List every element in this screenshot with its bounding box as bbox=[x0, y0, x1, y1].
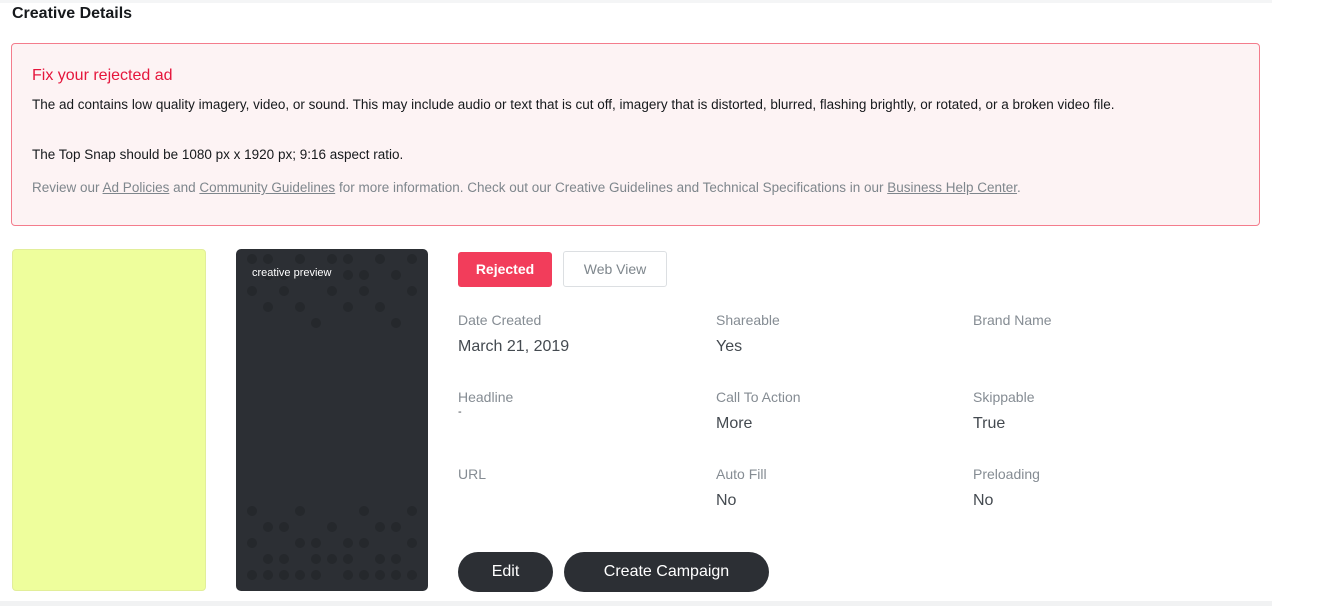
alert-review-text: Review our Ad Policies and Community Gui… bbox=[32, 180, 1021, 195]
review-prefix: Review our bbox=[32, 180, 103, 195]
preview-dot bbox=[327, 286, 337, 296]
preview-dot bbox=[295, 254, 305, 264]
preview-dot bbox=[407, 538, 417, 548]
preview-dot bbox=[295, 570, 305, 580]
preview-dot bbox=[391, 554, 401, 564]
preview-dot bbox=[295, 506, 305, 516]
preview-dot bbox=[375, 570, 385, 580]
skippable-value: True bbox=[973, 415, 1006, 432]
preview-dot bbox=[359, 286, 369, 296]
preview-dot bbox=[359, 538, 369, 548]
preview-dot bbox=[407, 286, 417, 296]
community-guidelines-link[interactable]: Community Guidelines bbox=[199, 180, 335, 195]
preview-dot bbox=[247, 506, 257, 516]
preview-dot bbox=[247, 286, 257, 296]
headline-label: Headline bbox=[458, 389, 514, 405]
preview-dot bbox=[391, 270, 401, 280]
alert-spec: The Top Snap should be 1080 px x 1920 px… bbox=[32, 147, 404, 162]
preview-dot bbox=[375, 522, 385, 532]
review-middle: for more information. Check out our Crea… bbox=[335, 180, 888, 195]
preview-dot bbox=[247, 254, 257, 264]
review-and: and bbox=[169, 180, 200, 195]
shareable-label: Shareable bbox=[716, 312, 780, 328]
preview-dot bbox=[343, 270, 353, 280]
auto-fill-label: Auto Fill bbox=[716, 466, 767, 482]
preview-dot bbox=[263, 554, 273, 564]
preview-dot bbox=[343, 302, 353, 312]
preview-dot bbox=[343, 538, 353, 548]
preview-dot bbox=[327, 254, 337, 264]
preview-dot bbox=[279, 286, 289, 296]
skippable-label: Skippable bbox=[973, 389, 1035, 405]
review-suffix: . bbox=[1017, 180, 1021, 195]
preview-dot bbox=[359, 270, 369, 280]
url-label: URL bbox=[458, 466, 487, 482]
preview-dot bbox=[327, 554, 337, 564]
business-help-center-link[interactable]: Business Help Center bbox=[887, 180, 1017, 195]
call-to-action-value: More bbox=[716, 415, 753, 432]
preview-dot bbox=[263, 254, 273, 264]
preview-dot bbox=[311, 554, 321, 564]
headline-value: - bbox=[458, 406, 462, 418]
preview-dot bbox=[263, 302, 273, 312]
alert-title: Fix your rejected ad bbox=[32, 67, 173, 84]
brand-name-label: Brand Name bbox=[973, 312, 1052, 328]
rejection-alert: Fix your rejected ad The ad contains low… bbox=[11, 43, 1260, 226]
preloading-label: Preloading bbox=[973, 466, 1040, 482]
preview-dot bbox=[375, 254, 385, 264]
preview-dot bbox=[327, 522, 337, 532]
preview-dot bbox=[311, 538, 321, 548]
status-badge: Rejected bbox=[458, 252, 552, 287]
preview-dot bbox=[359, 570, 369, 580]
section-title: Creative Details bbox=[12, 5, 133, 22]
preview-dot bbox=[279, 554, 289, 564]
preview-dot bbox=[359, 506, 369, 516]
preview-label: creative preview bbox=[252, 267, 332, 279]
alert-body: The ad contains low quality imagery, vid… bbox=[32, 97, 1115, 112]
preview-dot-pattern bbox=[247, 254, 417, 580]
preview-dot bbox=[407, 506, 417, 516]
ad-policies-link[interactable]: Ad Policies bbox=[103, 180, 170, 195]
preview-dot bbox=[391, 318, 401, 328]
preview-dot bbox=[391, 570, 401, 580]
preview-dot bbox=[375, 554, 385, 564]
top-divider bbox=[0, 0, 1272, 3]
creative-thumbnail bbox=[12, 249, 206, 591]
preview-dot bbox=[343, 554, 353, 564]
preview-dot bbox=[295, 538, 305, 548]
preview-dot bbox=[247, 570, 257, 580]
edit-button[interactable]: Edit bbox=[458, 552, 553, 592]
bottom-divider bbox=[0, 601, 1272, 606]
preview-dot bbox=[263, 570, 273, 580]
preview-dot bbox=[343, 570, 353, 580]
call-to-action-label: Call To Action bbox=[716, 389, 801, 405]
preview-dot bbox=[279, 522, 289, 532]
preview-dot bbox=[343, 254, 353, 264]
date-created-value: March 21, 2019 bbox=[458, 338, 570, 355]
preloading-value: No bbox=[973, 492, 994, 509]
preview-dot bbox=[407, 254, 417, 264]
preview-dot bbox=[311, 570, 321, 580]
preview-dot bbox=[279, 570, 289, 580]
creative-preview[interactable]: creative preview bbox=[236, 249, 428, 591]
auto-fill-value: No bbox=[716, 492, 737, 509]
create-campaign-button[interactable]: Create Campaign bbox=[564, 552, 769, 592]
preview-dot bbox=[295, 302, 305, 312]
date-created-label: Date Created bbox=[458, 312, 542, 328]
preview-dot bbox=[247, 538, 257, 548]
preview-dot bbox=[263, 522, 273, 532]
preview-dot bbox=[407, 570, 417, 580]
shareable-value: Yes bbox=[716, 338, 743, 355]
preview-dot bbox=[375, 302, 385, 312]
web-view-button[interactable]: Web View bbox=[563, 251, 667, 287]
preview-dot bbox=[391, 522, 401, 532]
preview-dot bbox=[311, 318, 321, 328]
